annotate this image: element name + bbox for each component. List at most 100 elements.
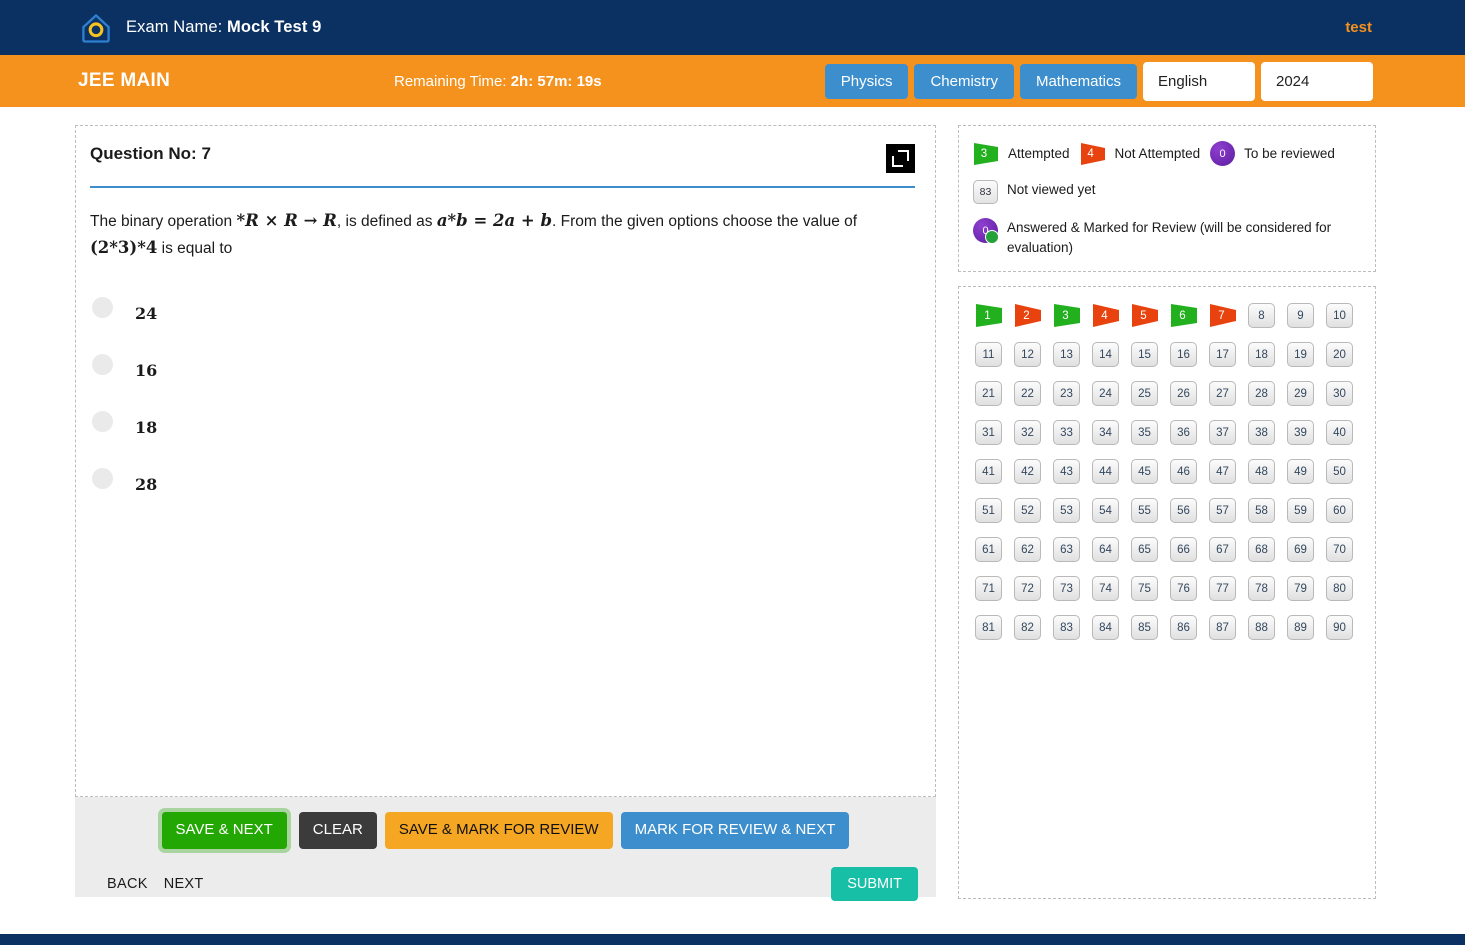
option-radio-4[interactable] — [92, 468, 113, 490]
palette-cell-not-viewed[interactable]: 35 — [1131, 420, 1158, 446]
save-and-mark-for-review-button[interactable]: SAVE & MARK FOR REVIEW — [384, 812, 613, 849]
palette-cell-not-viewed[interactable]: 23 — [1053, 381, 1080, 407]
palette-cell-not-viewed[interactable]: 44 — [1092, 459, 1119, 485]
palette-cell-not-viewed[interactable]: 62 — [1014, 537, 1041, 563]
option-row[interactable]: 16 — [90, 336, 915, 393]
palette-cell-not-viewed[interactable]: 10 — [1326, 303, 1353, 329]
palette-cell-not-viewed[interactable]: 17 — [1209, 342, 1236, 368]
palette-cell-not-viewed[interactable]: 79 — [1287, 576, 1314, 602]
palette-cell-not-viewed[interactable]: 66 — [1170, 537, 1197, 563]
palette-cell-not-viewed[interactable]: 19 — [1287, 342, 1314, 368]
option-radio-2[interactable] — [92, 354, 113, 376]
palette-cell-not-viewed[interactable]: 27 — [1209, 381, 1236, 407]
subject-tab-chemistry[interactable]: Chemistry — [914, 63, 1014, 99]
palette-cell-not-viewed[interactable]: 20 — [1326, 342, 1353, 368]
palette-cell-not-viewed[interactable]: 32 — [1014, 420, 1041, 446]
clear-button[interactable]: CLEAR — [298, 812, 377, 849]
palette-cell-not-viewed[interactable]: 29 — [1287, 381, 1314, 407]
palette-cell-not-viewed[interactable]: 25 — [1131, 381, 1158, 407]
palette-cell-not-viewed[interactable]: 68 — [1248, 537, 1275, 563]
palette-cell-not-viewed[interactable]: 58 — [1248, 498, 1275, 524]
palette-cell-not-viewed[interactable]: 38 — [1248, 420, 1275, 446]
palette-cell-not-viewed[interactable]: 56 — [1170, 498, 1197, 524]
palette-cell-not-viewed[interactable]: 75 — [1131, 576, 1158, 602]
back-button[interactable]: BACK — [99, 872, 156, 896]
palette-cell-not-viewed[interactable]: 28 — [1248, 381, 1275, 407]
palette-cell-not-viewed[interactable]: 60 — [1326, 498, 1353, 524]
palette-cell-not-viewed[interactable]: 54 — [1092, 498, 1119, 524]
palette-cell-not-viewed[interactable]: 57 — [1209, 498, 1236, 524]
submit-button[interactable]: SUBMIT — [831, 866, 918, 901]
palette-cell-not-viewed[interactable]: 77 — [1209, 576, 1236, 602]
palette-cell-not-viewed[interactable]: 70 — [1326, 537, 1353, 563]
palette-cell-not-viewed[interactable]: 59 — [1287, 498, 1314, 524]
language-select[interactable]: English — [1143, 61, 1255, 101]
palette-cell-not-viewed[interactable]: 63 — [1053, 537, 1080, 563]
option-radio-3[interactable] — [92, 411, 113, 433]
palette-cell-not-viewed[interactable]: 40 — [1326, 420, 1353, 446]
palette-cell-not-viewed[interactable]: 80 — [1326, 576, 1353, 602]
palette-cell-not-viewed[interactable]: 53 — [1053, 498, 1080, 524]
palette-cell-not-viewed[interactable]: 48 — [1248, 459, 1275, 485]
palette-cell-not-viewed[interactable]: 64 — [1092, 537, 1119, 563]
palette-cell-not-viewed[interactable]: 46 — [1170, 459, 1197, 485]
palette-cell-not-viewed[interactable]: 47 — [1209, 459, 1236, 485]
palette-cell-not-attempted[interactable]: 5 — [1131, 303, 1161, 328]
palette-cell-not-viewed[interactable]: 81 — [975, 615, 1002, 641]
palette-cell-not-viewed[interactable]: 9 — [1287, 303, 1314, 329]
palette-cell-not-attempted[interactable]: 2 — [1014, 303, 1044, 328]
palette-cell-attempted[interactable]: 1 — [975, 303, 1005, 328]
palette-cell-not-viewed[interactable]: 12 — [1014, 342, 1041, 368]
palette-cell-not-viewed[interactable]: 34 — [1092, 420, 1119, 446]
option-row[interactable]: 18 — [90, 393, 915, 450]
palette-cell-not-viewed[interactable]: 74 — [1092, 576, 1119, 602]
palette-cell-not-viewed[interactable]: 69 — [1287, 537, 1314, 563]
palette-cell-not-viewed[interactable]: 36 — [1170, 420, 1197, 446]
palette-cell-not-viewed[interactable]: 76 — [1170, 576, 1197, 602]
palette-cell-not-viewed[interactable]: 78 — [1248, 576, 1275, 602]
palette-cell-not-viewed[interactable]: 72 — [1014, 576, 1041, 602]
palette-cell-not-viewed[interactable]: 85 — [1131, 615, 1158, 641]
palette-cell-not-viewed[interactable]: 18 — [1248, 342, 1275, 368]
palette-cell-not-viewed[interactable]: 86 — [1170, 615, 1197, 641]
palette-cell-not-viewed[interactable]: 42 — [1014, 459, 1041, 485]
palette-cell-not-viewed[interactable]: 90 — [1326, 615, 1353, 641]
subject-tab-mathematics[interactable]: Mathematics — [1019, 63, 1137, 99]
palette-cell-not-viewed[interactable]: 37 — [1209, 420, 1236, 446]
option-row[interactable]: 24 — [90, 279, 915, 336]
palette-cell-not-viewed[interactable]: 71 — [975, 576, 1002, 602]
palette-cell-not-viewed[interactable]: 31 — [975, 420, 1002, 446]
palette-cell-not-viewed[interactable]: 13 — [1053, 342, 1080, 368]
palette-cell-not-viewed[interactable]: 30 — [1326, 381, 1353, 407]
palette-cell-not-attempted[interactable]: 4 — [1092, 303, 1122, 328]
user-menu[interactable]: test — [1345, 19, 1372, 36]
palette-cell-not-viewed[interactable]: 33 — [1053, 420, 1080, 446]
palette-cell-not-viewed[interactable]: 24 — [1092, 381, 1119, 407]
palette-cell-not-viewed[interactable]: 26 — [1170, 381, 1197, 407]
palette-cell-not-viewed[interactable]: 41 — [975, 459, 1002, 485]
option-radio-1[interactable] — [92, 297, 113, 319]
palette-cell-not-viewed[interactable]: 51 — [975, 498, 1002, 524]
palette-cell-not-viewed[interactable]: 11 — [975, 342, 1002, 368]
year-select[interactable]: 2024 — [1261, 61, 1373, 101]
palette-cell-not-viewed[interactable]: 84 — [1092, 615, 1119, 641]
palette-cell-attempted[interactable]: 3 — [1053, 303, 1083, 328]
palette-cell-not-viewed[interactable]: 65 — [1131, 537, 1158, 563]
palette-cell-not-viewed[interactable]: 82 — [1014, 615, 1041, 641]
palette-cell-not-viewed[interactable]: 61 — [975, 537, 1002, 563]
palette-cell-not-attempted[interactable]: 7 — [1209, 303, 1239, 328]
palette-cell-not-viewed[interactable]: 14 — [1092, 342, 1119, 368]
palette-cell-not-viewed[interactable]: 52 — [1014, 498, 1041, 524]
option-row[interactable]: 28 — [90, 450, 915, 507]
palette-cell-not-viewed[interactable]: 22 — [1014, 381, 1041, 407]
palette-cell-not-viewed[interactable]: 50 — [1326, 459, 1353, 485]
palette-cell-not-viewed[interactable]: 73 — [1053, 576, 1080, 602]
next-button[interactable]: NEXT — [156, 872, 212, 896]
palette-cell-not-viewed[interactable]: 15 — [1131, 342, 1158, 368]
palette-cell-not-viewed[interactable]: 89 — [1287, 615, 1314, 641]
palette-cell-not-viewed[interactable]: 67 — [1209, 537, 1236, 563]
palette-cell-not-viewed[interactable]: 83 — [1053, 615, 1080, 641]
subject-tab-physics[interactable]: Physics — [824, 63, 909, 99]
fullscreen-expand-icon[interactable] — [886, 144, 915, 173]
palette-cell-not-viewed[interactable]: 87 — [1209, 615, 1236, 641]
